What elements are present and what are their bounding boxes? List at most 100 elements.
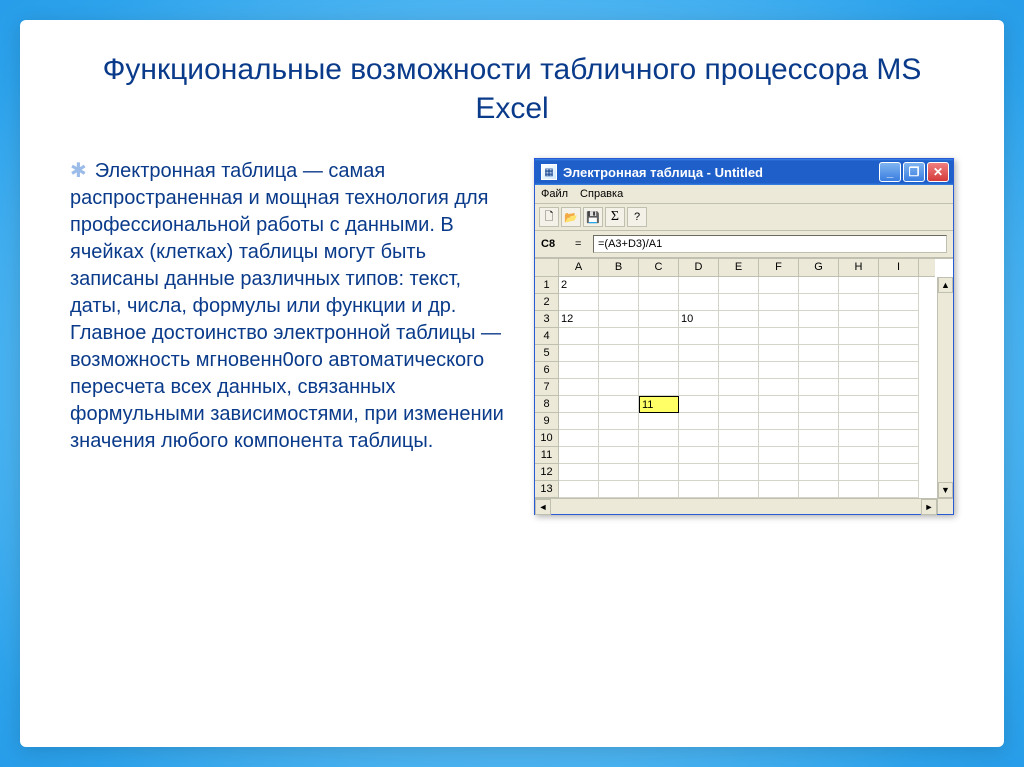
col-header-E[interactable]: E	[719, 259, 759, 277]
col-header-I[interactable]: I	[879, 259, 919, 277]
row-header-10[interactable]: 10	[535, 430, 559, 447]
cell-B5[interactable]	[599, 345, 639, 362]
cell-F8[interactable]	[759, 396, 799, 413]
cell-A7[interactable]	[559, 379, 599, 396]
cell-A4[interactable]	[559, 328, 599, 345]
cell-B10[interactable]	[599, 430, 639, 447]
open-icon[interactable]: 📂	[561, 207, 581, 227]
cell-F9[interactable]	[759, 413, 799, 430]
cell-H10[interactable]	[839, 430, 879, 447]
cell-B12[interactable]	[599, 464, 639, 481]
col-header-B[interactable]: B	[599, 259, 639, 277]
cell-E3[interactable]	[719, 311, 759, 328]
cell-I6[interactable]	[879, 362, 919, 379]
cell-D13[interactable]	[679, 481, 719, 498]
col-header-F[interactable]: F	[759, 259, 799, 277]
minimize-button[interactable]: _	[879, 162, 901, 182]
cell-I8[interactable]	[879, 396, 919, 413]
cell-A13[interactable]	[559, 481, 599, 498]
cell-E1[interactable]	[719, 277, 759, 294]
cell-E8[interactable]	[719, 396, 759, 413]
sigma-icon[interactable]: Σ	[605, 207, 625, 227]
scroll-up-icon[interactable]: ▲	[938, 277, 953, 293]
cell-D12[interactable]	[679, 464, 719, 481]
cell-I9[interactable]	[879, 413, 919, 430]
cell-G3[interactable]	[799, 311, 839, 328]
cell-G12[interactable]	[799, 464, 839, 481]
cell-A8[interactable]	[559, 396, 599, 413]
cell-C7[interactable]	[639, 379, 679, 396]
cell-G7[interactable]	[799, 379, 839, 396]
formula-input[interactable]: =(A3+D3)/A1	[593, 235, 947, 253]
cell-D7[interactable]	[679, 379, 719, 396]
cell-G4[interactable]	[799, 328, 839, 345]
cell-C6[interactable]	[639, 362, 679, 379]
row-header-13[interactable]: 13	[535, 481, 559, 498]
cell-A9[interactable]	[559, 413, 599, 430]
titlebar[interactable]: ▦ Электронная таблица - Untitled _ ❐ ✕	[535, 159, 953, 185]
row-header-11[interactable]: 11	[535, 447, 559, 464]
cell-E10[interactable]	[719, 430, 759, 447]
cell-H9[interactable]	[839, 413, 879, 430]
cell-C12[interactable]	[639, 464, 679, 481]
cell-C13[interactable]	[639, 481, 679, 498]
cell-B13[interactable]	[599, 481, 639, 498]
close-button[interactable]: ✕	[927, 162, 949, 182]
cell-H8[interactable]	[839, 396, 879, 413]
cell-I2[interactable]	[879, 294, 919, 311]
cell-G6[interactable]	[799, 362, 839, 379]
cell-B11[interactable]	[599, 447, 639, 464]
cell-I7[interactable]	[879, 379, 919, 396]
cell-D3[interactable]: 10	[679, 311, 719, 328]
cell-G11[interactable]	[799, 447, 839, 464]
cell-D10[interactable]	[679, 430, 719, 447]
cell-C2[interactable]	[639, 294, 679, 311]
cell-E12[interactable]	[719, 464, 759, 481]
row-header-7[interactable]: 7	[535, 379, 559, 396]
cell-H7[interactable]	[839, 379, 879, 396]
cell-E9[interactable]	[719, 413, 759, 430]
cell-F12[interactable]	[759, 464, 799, 481]
new-doc-icon[interactable]: 🗋	[539, 207, 559, 227]
cell-A10[interactable]	[559, 430, 599, 447]
cell-B7[interactable]	[599, 379, 639, 396]
cell-H4[interactable]	[839, 328, 879, 345]
cell-H12[interactable]	[839, 464, 879, 481]
cell-F6[interactable]	[759, 362, 799, 379]
cell-F13[interactable]	[759, 481, 799, 498]
row-header-5[interactable]: 5	[535, 345, 559, 362]
cell-B2[interactable]	[599, 294, 639, 311]
cell-G10[interactable]	[799, 430, 839, 447]
cell-B8[interactable]	[599, 396, 639, 413]
cell-E11[interactable]	[719, 447, 759, 464]
row-header-4[interactable]: 4	[535, 328, 559, 345]
cell-H13[interactable]	[839, 481, 879, 498]
cell-B1[interactable]	[599, 277, 639, 294]
cell-I4[interactable]	[879, 328, 919, 345]
cell-B6[interactable]	[599, 362, 639, 379]
cell-E4[interactable]	[719, 328, 759, 345]
horizontal-scrollbar[interactable]: ◄ ►	[535, 498, 953, 514]
cell-D2[interactable]	[679, 294, 719, 311]
cell-G8[interactable]	[799, 396, 839, 413]
scroll-track-vertical[interactable]	[938, 293, 953, 482]
cell-I5[interactable]	[879, 345, 919, 362]
cell-C4[interactable]	[639, 328, 679, 345]
row-header-1[interactable]: 1	[535, 277, 559, 294]
row-header-9[interactable]: 9	[535, 413, 559, 430]
resize-grip[interactable]	[937, 499, 953, 514]
cell-F4[interactable]	[759, 328, 799, 345]
cell-F5[interactable]	[759, 345, 799, 362]
menu-file[interactable]: Файл	[541, 188, 568, 200]
cell-H2[interactable]	[839, 294, 879, 311]
cell-D4[interactable]	[679, 328, 719, 345]
cell-I3[interactable]	[879, 311, 919, 328]
scroll-right-icon[interactable]: ►	[921, 499, 937, 515]
row-header-2[interactable]: 2	[535, 294, 559, 311]
cell-C5[interactable]	[639, 345, 679, 362]
cell-B9[interactable]	[599, 413, 639, 430]
cell-I10[interactable]	[879, 430, 919, 447]
cell-A1[interactable]: 2	[559, 277, 599, 294]
cell-H5[interactable]	[839, 345, 879, 362]
cell-E2[interactable]	[719, 294, 759, 311]
